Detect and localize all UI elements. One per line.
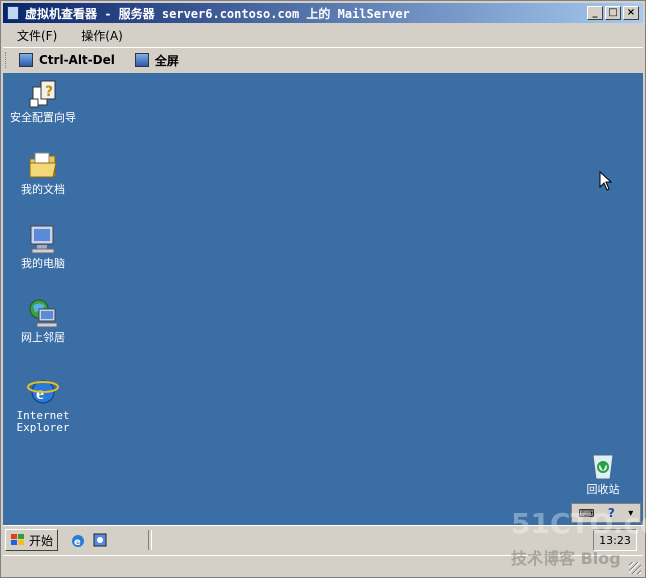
mouse-cursor-icon [599, 171, 613, 191]
close-button[interactable]: × [623, 6, 639, 20]
desktop-icon-label: 安全配置向导 [10, 111, 76, 124]
toolbar: Ctrl-Alt-Del 全屏 [3, 47, 643, 72]
system-tray: 13:23 [593, 529, 637, 551]
desktop-icon-label: 网上邻居 [21, 331, 65, 344]
window-title: 虚拟机查看器 - 服务器 server6.contoso.com 上的 Mail… [25, 6, 410, 21]
app-icon [7, 6, 19, 20]
network-icon [29, 299, 58, 328]
language-bar[interactable]: ⌨ ? ▾ [571, 503, 641, 523]
desktop-icon-label: 我的文档 [21, 183, 65, 196]
svg-text:e: e [74, 537, 81, 548]
options-chevron-icon[interactable]: ▾ [628, 508, 633, 519]
folder-icon [29, 152, 57, 178]
start-label: 开始 [29, 533, 54, 548]
desktop-icon-internet-explorer[interactable]: e Internet Explorer [3, 375, 83, 434]
computer-icon [30, 225, 55, 254]
status-bar [3, 555, 643, 576]
maximize-button[interactable]: □ [605, 6, 621, 20]
ie-icon: e [27, 380, 59, 404]
ctrl-alt-del-button[interactable]: Ctrl-Alt-Del [19, 53, 115, 67]
start-button[interactable]: 开始 [5, 529, 59, 551]
desktop-icon-label: 回收站 [586, 483, 620, 496]
quick-launch: e [70, 532, 108, 548]
resize-grip[interactable] [629, 562, 641, 574]
security-wizard-icon: ? [29, 80, 56, 108]
menu-bar: 文件(F) 操作(A) [3, 25, 643, 45]
clock[interactable]: 13:23 [599, 534, 631, 547]
desktop-icon-my-documents[interactable]: 我的文档 [3, 149, 83, 196]
taskbar: 开始 e 13:23 [3, 525, 643, 554]
fullscreen-label: 全屏 [154, 53, 179, 68]
show-desktop-icon[interactable] [92, 532, 108, 548]
menu-file[interactable]: 文件(F) [3, 27, 67, 44]
windows-logo-icon [11, 534, 24, 545]
desktop-icon-my-computer[interactable]: 我的电脑 [3, 223, 83, 270]
recycle-bin-icon [592, 454, 614, 480]
ctrl-alt-del-label: Ctrl-Alt-Del [39, 53, 115, 67]
fullscreen-icon [134, 53, 149, 67]
toolbar-grip[interactable] [5, 52, 9, 68]
fullscreen-button[interactable]: 全屏 [134, 52, 179, 69]
vm-viewer-window: 虚拟机查看器 - 服务器 server6.contoso.com 上的 Mail… [0, 0, 646, 578]
desktop-icon-network[interactable]: 网上邻居 [3, 297, 83, 344]
svg-text:?: ? [45, 84, 53, 100]
taskbar-separator [148, 530, 153, 550]
menu-action[interactable]: 操作(A) [67, 27, 133, 44]
ctrl-alt-del-icon [19, 53, 33, 67]
minimize-button[interactable]: _ [587, 6, 603, 20]
desktop-icon-label: Internet Explorer [16, 409, 70, 434]
ie-quicklaunch-icon[interactable]: e [70, 532, 86, 548]
window-controls: _ □ × [587, 6, 639, 20]
help-icon[interactable]: ? [608, 506, 615, 520]
svg-text:e: e [36, 383, 44, 403]
desktop-icon-security-wizard[interactable]: ? 安全配置向导 [3, 77, 83, 124]
desktop-icon-label: 我的电脑 [21, 257, 65, 270]
desktop-icon-recycle-bin[interactable]: 回收站 [563, 449, 643, 496]
guest-desktop[interactable]: ? 安全配置向导 我的文档 我的电脑 网上邻居 e Internet Explo… [3, 73, 643, 525]
title-bar[interactable]: 虚拟机查看器 - 服务器 server6.contoso.com 上的 Mail… [3, 3, 643, 23]
keyboard-icon[interactable]: ⌨ [579, 507, 595, 520]
